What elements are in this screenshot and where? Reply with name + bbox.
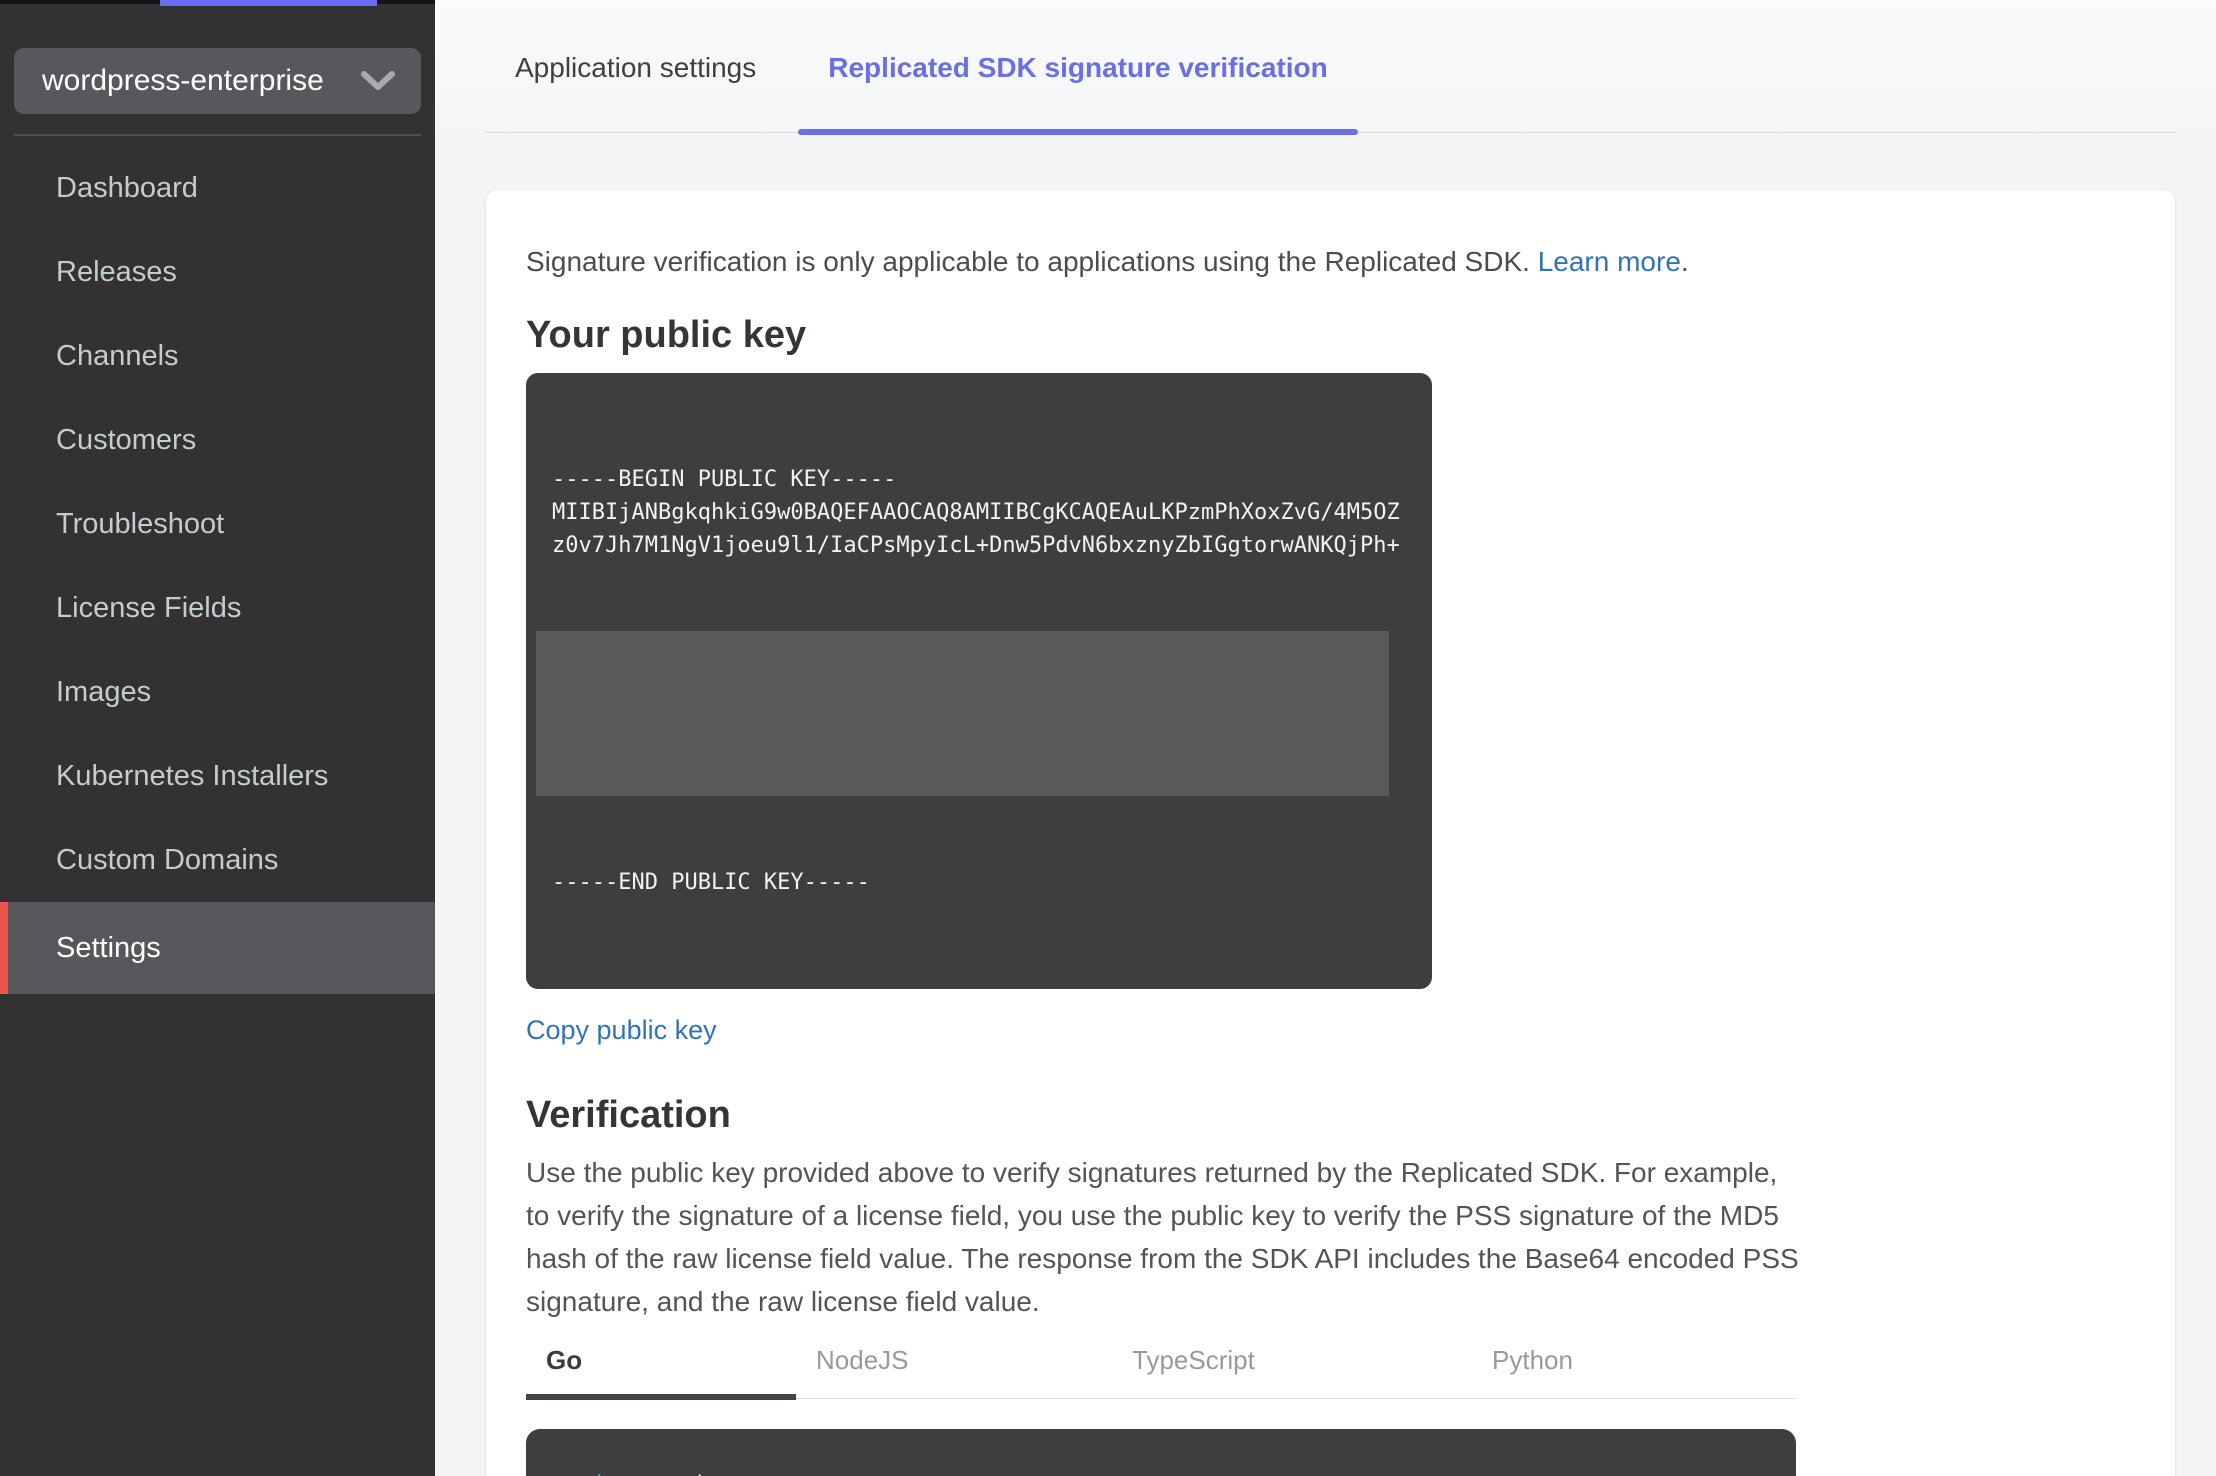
language-tab-bar: Go NodeJS TypeScript Python xyxy=(526,1331,1796,1400)
public-key-block: -----BEGIN PUBLIC KEY----- MIIBIjANBgkqh… xyxy=(526,373,1432,989)
sidebar-item-troubleshoot[interactable]: Troubleshoot xyxy=(0,482,435,566)
sidebar-item-license-fields[interactable]: License Fields xyxy=(0,566,435,650)
chevron-down-icon xyxy=(361,71,395,90)
sidebar-item-images[interactable]: Images xyxy=(0,650,435,734)
code-line: package main xyxy=(554,1469,1768,1476)
sdk-notice: Signature verification is only applicabl… xyxy=(526,246,2135,278)
app-selector-dropdown[interactable]: wordpress-enterprise xyxy=(14,48,421,114)
lang-tab-nodejs[interactable]: NodeJS xyxy=(796,1331,1112,1398)
sidebar-item-custom-domains[interactable]: Custom Domains xyxy=(0,818,435,902)
lang-tab-go[interactable]: Go xyxy=(526,1331,796,1400)
sidebar-item-dashboard[interactable]: Dashboard xyxy=(0,146,435,230)
sidebar-divider xyxy=(14,134,421,136)
public-key-pem-text: -----BEGIN PUBLIC KEY----- MIIBIjANBgkqh… xyxy=(552,467,1400,558)
sidebar-item-channels[interactable]: Channels xyxy=(0,314,435,398)
sidebar-nav: Dashboard Releases Channels Customers Troubl… xyxy=(0,146,435,994)
verification-description: Use the public key provided above to ver… xyxy=(526,1157,1799,1317)
app-selector-label: wordpress-enterprise xyxy=(42,64,324,97)
public-key-pem-end: -----END PUBLIC KEY----- xyxy=(552,870,870,895)
page-root: wordpress-enterprise Dashboard Releases Ch… xyxy=(0,0,2216,1476)
settings-tab-bar: Application settings Replicated SDK signa… xyxy=(485,0,2176,135)
sidebar-item-customers[interactable]: Customers xyxy=(0,398,435,482)
sidebar-item-settings[interactable]: Settings xyxy=(0,902,435,994)
loading-bar xyxy=(160,0,377,6)
lang-tab-python[interactable]: Python xyxy=(1472,1331,1796,1398)
tab-replicated-sdk-signature-verification[interactable]: Replicated SDK signature verification xyxy=(798,52,1359,135)
verification-heading: Verification xyxy=(526,1094,731,1136)
tab-application-settings[interactable]: Application settings xyxy=(485,52,786,132)
sidebar-item-releases[interactable]: Releases xyxy=(0,230,435,314)
lang-tab-typescript[interactable]: TypeScript xyxy=(1112,1331,1472,1398)
code-sample-block: package main import ( "crypto" "crypto/r… xyxy=(526,1429,1796,1476)
main-area: Application settings Replicated SDK signa… xyxy=(435,0,2216,1476)
public-key-redacted-overlay xyxy=(536,631,1389,796)
sdk-notice-suffix: . xyxy=(1680,246,1689,277)
public-key-heading: Your public key xyxy=(526,314,807,356)
sidebar-item-kubernetes-installers[interactable]: Kubernetes Installers xyxy=(0,734,435,818)
learn-more-link[interactable]: Learn more xyxy=(1538,246,1681,277)
settings-card: Signature verification is only applicabl… xyxy=(485,189,2176,1476)
copy-public-key-link[interactable]: Copy public key xyxy=(526,1015,717,1046)
sidebar: wordpress-enterprise Dashboard Releases Ch… xyxy=(0,0,435,1476)
sdk-notice-text: Signature verification is only applicabl… xyxy=(526,246,1538,277)
